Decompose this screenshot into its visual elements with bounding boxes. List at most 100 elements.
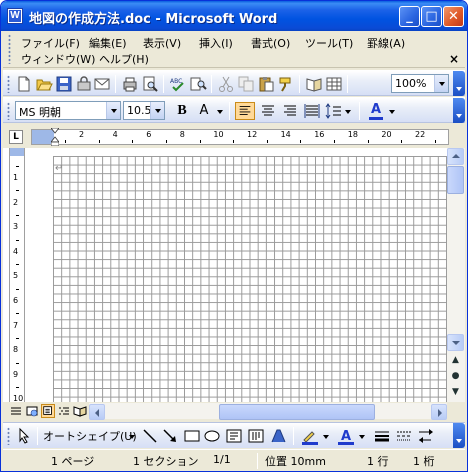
outline-view-icon[interactable] bbox=[57, 404, 71, 418]
menu-help[interactable]: ヘルプ(H) bbox=[99, 51, 149, 67]
chevron-down-icon[interactable] bbox=[150, 102, 164, 119]
scroll-right-button[interactable] bbox=[431, 404, 447, 420]
document-page-grid[interactable] bbox=[53, 156, 447, 402]
horizontal-scroll-thumb[interactable] bbox=[219, 404, 375, 420]
select-browse-object-button[interactable]: ● bbox=[447, 368, 464, 384]
format-painter-icon[interactable] bbox=[277, 75, 295, 93]
ruler-h-tick bbox=[65, 140, 67, 143]
toolbar-grip[interactable] bbox=[7, 427, 10, 445]
menu-bar-grip[interactable] bbox=[8, 34, 11, 64]
toolbar-options-button[interactable] bbox=[453, 71, 465, 96]
indent-marker-icon[interactable] bbox=[51, 128, 59, 146]
next-page-button[interactable]: ▼ bbox=[447, 384, 464, 400]
font-color-button[interactable]: A bbox=[367, 102, 385, 120]
menu-insert[interactable]: 挿入(I) bbox=[199, 35, 233, 51]
toolbar-grip[interactable] bbox=[7, 75, 10, 93]
toolbar-grip[interactable] bbox=[7, 102, 10, 120]
bold-button[interactable]: B bbox=[173, 102, 191, 120]
ruler-h-tick bbox=[367, 140, 369, 143]
scroll-left-button[interactable] bbox=[89, 404, 105, 420]
chevron-down-icon[interactable] bbox=[357, 427, 367, 445]
print-icon[interactable] bbox=[121, 75, 139, 93]
horizontal-scrollbar[interactable] bbox=[89, 403, 447, 420]
line-color-icon[interactable] bbox=[301, 427, 319, 445]
new-document-icon[interactable] bbox=[15, 75, 33, 93]
chevron-down-icon[interactable] bbox=[434, 75, 448, 92]
arrow-style-icon[interactable] bbox=[417, 427, 435, 445]
close-button[interactable]: ✕ bbox=[443, 6, 464, 27]
table-icon[interactable] bbox=[325, 75, 343, 93]
menu-window[interactable]: ウィンドウ(W) bbox=[21, 51, 95, 67]
minimize-button[interactable]: _ bbox=[399, 6, 420, 27]
ruler-h-label: 4 bbox=[112, 130, 118, 139]
arrow-icon[interactable] bbox=[161, 427, 179, 445]
zoom-combo[interactable]: 100% bbox=[391, 74, 449, 93]
reading-mode-icon[interactable] bbox=[305, 75, 323, 93]
align-center-icon[interactable] bbox=[259, 102, 277, 120]
chevron-down-icon[interactable] bbox=[106, 102, 120, 119]
align-right-icon[interactable] bbox=[281, 102, 299, 120]
research-icon[interactable] bbox=[189, 75, 207, 93]
open-icon[interactable] bbox=[35, 75, 53, 93]
font-size-combo[interactable]: 10.5 bbox=[123, 101, 165, 120]
normal-view-icon[interactable] bbox=[9, 404, 23, 418]
font-name-combo[interactable]: MS 明朝 bbox=[15, 101, 121, 120]
rectangle-icon[interactable] bbox=[183, 427, 201, 445]
paste-icon[interactable] bbox=[257, 75, 275, 93]
cut-icon[interactable] bbox=[217, 75, 235, 93]
vertical-scroll-thumb[interactable] bbox=[447, 166, 464, 194]
tab-selector[interactable]: L bbox=[9, 130, 23, 144]
select-objects-icon[interactable] bbox=[15, 427, 33, 445]
menu-file[interactable]: ファイル(F) bbox=[21, 35, 80, 51]
ruler-h-label: 10 bbox=[213, 130, 224, 139]
print-preview-icon[interactable] bbox=[141, 75, 159, 93]
chevron-down-icon[interactable] bbox=[343, 102, 353, 120]
oval-icon[interactable] bbox=[203, 427, 221, 445]
vertical-text-box-icon[interactable] bbox=[247, 427, 265, 445]
web-layout-view-icon[interactable] bbox=[25, 404, 39, 418]
title-bar[interactable]: W 地図の作成方法.doc - Microsoft Word _ □ ✕ bbox=[1, 1, 467, 31]
chevron-down-icon[interactable] bbox=[215, 102, 225, 120]
maximize-button[interactable]: □ bbox=[421, 6, 442, 27]
chevron-down-icon[interactable] bbox=[321, 427, 331, 445]
chevron-down-icon[interactable] bbox=[127, 427, 137, 445]
previous-page-button[interactable]: ▲ bbox=[447, 352, 464, 368]
print-layout-view-icon[interactable] bbox=[41, 404, 55, 418]
save-icon[interactable] bbox=[55, 75, 73, 93]
vertical-ruler[interactable]: 1 2 3 4 5 6 7 8 9 10 bbox=[9, 148, 25, 402]
ruler-v-tick bbox=[16, 337, 19, 339]
font-color-icon[interactable]: A bbox=[337, 427, 355, 445]
align-left-button[interactable] bbox=[235, 102, 255, 120]
chevron-down-icon[interactable] bbox=[387, 102, 397, 120]
document-close-button[interactable]: × bbox=[449, 52, 459, 66]
justify-distribute-icon[interactable] bbox=[303, 102, 321, 120]
vertical-scrollbar[interactable]: ▲ ● ▼ bbox=[447, 148, 465, 402]
menu-table[interactable]: 罫線(A) bbox=[367, 35, 405, 51]
ruler-row: L 2468101214161820222426 bbox=[3, 126, 465, 148]
menu-view[interactable]: 表示(V) bbox=[143, 35, 181, 51]
spelling-icon[interactable]: ABC bbox=[169, 75, 187, 93]
text-box-icon[interactable] bbox=[225, 427, 243, 445]
line-icon[interactable] bbox=[141, 427, 159, 445]
font-color-swatch bbox=[369, 117, 383, 120]
line-style-icon[interactable] bbox=[373, 427, 391, 445]
document-area[interactable]: 1 2 3 4 5 6 7 8 9 10 ↵ bbox=[3, 148, 447, 402]
scroll-down-button[interactable] bbox=[447, 334, 464, 351]
scroll-up-button[interactable] bbox=[447, 148, 464, 165]
copy-icon[interactable] bbox=[237, 75, 255, 93]
phonetic-guide-button[interactable]: A bbox=[195, 102, 213, 120]
horizontal-ruler[interactable]: 2468101214161820222426 bbox=[31, 129, 449, 145]
email-icon[interactable] bbox=[93, 75, 111, 93]
menu-tools[interactable]: ツール(T) bbox=[305, 35, 353, 51]
word-app-icon[interactable]: W bbox=[7, 8, 23, 24]
reading-layout-view-icon[interactable] bbox=[73, 404, 87, 418]
menu-edit[interactable]: 編集(E) bbox=[89, 35, 127, 51]
toolbar-options-button[interactable] bbox=[453, 98, 465, 123]
permission-icon[interactable] bbox=[75, 75, 93, 93]
menu-format[interactable]: 書式(O) bbox=[251, 35, 290, 51]
line-spacing-icon[interactable] bbox=[325, 102, 343, 120]
wordart-icon[interactable] bbox=[269, 427, 287, 445]
dash-style-icon[interactable] bbox=[395, 427, 413, 445]
toolbar-options-button[interactable] bbox=[453, 423, 465, 448]
autoshapes-menu[interactable]: オートシェイプ(U) bbox=[43, 428, 137, 444]
